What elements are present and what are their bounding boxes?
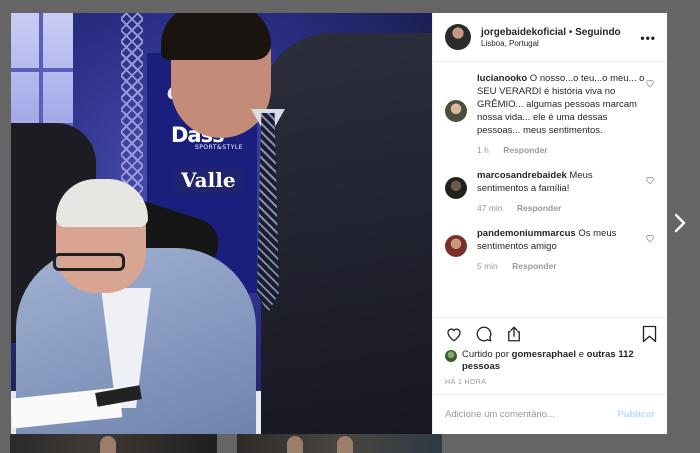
comment-icon[interactable] <box>475 325 493 343</box>
commenter-avatar[interactable] <box>445 177 467 199</box>
heart-icon[interactable] <box>645 233 655 243</box>
commenter-username[interactable]: marcosandrebaidek <box>477 170 567 181</box>
grid-thumbnail[interactable] <box>237 434 442 453</box>
publish-button[interactable]: Publicar <box>618 409 656 420</box>
reply-button[interactable]: Responder <box>517 203 561 213</box>
liker-username[interactable]: gomesraphael <box>512 349 576 360</box>
comments-list[interactable]: lucianooko O nosso...o teu...o meu... o … <box>433 62 667 317</box>
commenter-avatar[interactable] <box>445 235 467 257</box>
brand-dass-tagline: SPORT&STYLE <box>195 144 243 151</box>
liker-avatar[interactable] <box>445 350 457 362</box>
heart-icon[interactable] <box>645 175 655 185</box>
more-icon[interactable]: ••• <box>640 31 656 45</box>
post-side-panel: jorgebaidekoficial • Seguindo Lisboa, Po… <box>432 13 667 434</box>
comment-time: 47 min <box>477 203 503 213</box>
heart-icon[interactable] <box>645 78 655 88</box>
thumbnail-face <box>100 436 116 453</box>
heart-icon[interactable] <box>445 325 463 343</box>
seated-man-glasses <box>53 253 125 271</box>
chevron-right-icon[interactable] <box>673 212 687 234</box>
post-timestamp[interactable]: HÁ 1 HORA <box>433 373 667 386</box>
comment-time: 1 h <box>477 145 489 155</box>
post-photo[interactable]: C Dass SPORT&STYLE Valle <box>11 13 432 434</box>
reply-button[interactable]: Responder <box>503 145 547 155</box>
standing-man-suit <box>261 33 432 434</box>
header-separator: • <box>568 26 573 38</box>
commenter-username[interactable]: lucianooko <box>477 73 527 84</box>
post-actions <box>433 317 667 349</box>
reply-button[interactable]: Responder <box>512 261 556 271</box>
author-username[interactable]: jorgebaidekoficial <box>481 27 566 38</box>
comment-item: marcosandrebaidek Meus sentimentos a fam… <box>445 169 655 213</box>
following-button[interactable]: Seguindo <box>575 27 621 38</box>
standing-man-hair <box>161 13 271 60</box>
thumbnail-face <box>337 436 353 453</box>
grid-thumbnail[interactable] <box>10 434 217 453</box>
add-comment-bar: Publicar <box>433 394 667 434</box>
post-location[interactable]: Lisboa, Portugal <box>481 39 621 48</box>
brand-valle-logo: Valle <box>175 168 242 194</box>
likes-prefix: Curtido por <box>462 349 509 360</box>
commenter-username[interactable]: pandemoniummarcus <box>477 228 576 239</box>
comment-item: lucianooko O nosso...o teu...o meu... o … <box>445 72 655 155</box>
post-header: jorgebaidekoficial • Seguindo Lisboa, Po… <box>433 13 667 62</box>
likes-summary: Curtido por gomesraphael e outras 112 pe… <box>433 349 667 373</box>
comment-input[interactable] <box>445 409 605 420</box>
commenter-avatar[interactable] <box>445 100 467 122</box>
comment-time: 5 min <box>477 261 498 271</box>
share-icon[interactable] <box>505 325 523 343</box>
author-info: jorgebaidekoficial • Seguindo Lisboa, Po… <box>481 27 621 48</box>
bookmark-icon[interactable] <box>642 325 657 343</box>
post-modal: C Dass SPORT&STYLE Valle jorgebaidekofic… <box>11 13 667 434</box>
comment-item: pandemoniummarcus Os meus sentimentos am… <box>445 227 655 271</box>
likes-conj: e <box>578 349 584 360</box>
author-avatar[interactable] <box>445 24 471 50</box>
thumbnail-face <box>287 436 303 453</box>
